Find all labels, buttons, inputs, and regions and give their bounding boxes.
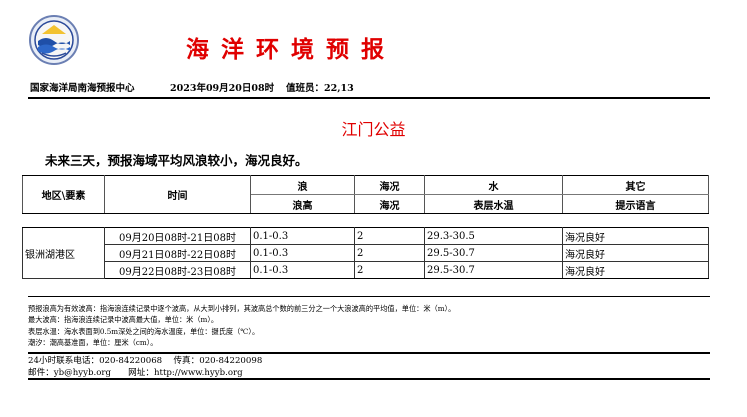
notes-divider	[28, 296, 710, 297]
header-sea-state-sub: 海况	[354, 194, 425, 214]
table-row: 银洲湖港区 09月20日08时-21日08时 0.1-0.3 2 29.3-30…	[22, 227, 709, 279]
table-row: 09月22日08时-23日08时 0.1-0.3 2 29.5-30.7 海况良…	[23, 261, 709, 279]
wave-cell: 0.1-0.3	[250, 227, 355, 245]
contact-email-web: 邮件：yb@hyyb.org 网址：http://www.hyyb.org	[28, 368, 243, 378]
tip-cell: 海况良好	[562, 261, 709, 279]
sea-state-cell: 2	[354, 244, 425, 262]
wave-cell: 0.1-0.3	[250, 261, 355, 279]
issue-time: 2023年09月20日08时	[170, 83, 275, 94]
issuer: 国家海洋局南海预报中心	[30, 83, 135, 94]
header-divider	[28, 97, 710, 99]
header-area: 地区\要素	[22, 175, 105, 214]
contact-phone-fax: 24小时联系电话：020-84220068 传真：020-84220098	[28, 356, 263, 366]
header-sea-state: 海况	[354, 175, 425, 195]
header-tip: 提示语言	[562, 194, 709, 214]
duty-officer: 值班员：22,13	[286, 83, 354, 94]
forecast-summary: 未来三天，预报海域平均风浪较小，海况良好。	[45, 153, 308, 168]
tip-cell: 海况良好	[562, 227, 709, 245]
area-cell: 银洲湖港区	[22, 227, 105, 279]
forecast-table: 地区\要素 时间 浪 海况 水 其它 浪高 海况 表层水温 提示语言 银洲湖港区…	[22, 175, 709, 279]
contact-divider-bottom	[28, 378, 710, 380]
sea-state-cell: 2	[354, 261, 425, 279]
note-line: 潮汐：潮高基准面，单位：厘米（cm）。	[28, 338, 158, 348]
water-temp-cell: 29.5-30.7	[424, 244, 563, 262]
time-cell: 09月21日08时-22日08时	[104, 244, 251, 262]
header-surface-temp: 表层水温	[424, 194, 563, 214]
soa-emblem-icon	[29, 15, 79, 65]
note-line: 最大波高：指海浪连续记录中波高最大值，单位：米（m）。	[28, 315, 219, 325]
tip-cell: 海况良好	[562, 244, 709, 262]
header-water: 水	[424, 175, 563, 195]
sea-state-cell: 2	[354, 227, 425, 245]
water-temp-cell: 29.3-30.5	[424, 227, 563, 245]
water-temp-cell: 29.5-30.7	[424, 261, 563, 279]
time-cell: 09月20日08时-21日08时	[104, 227, 251, 245]
note-line: 预报浪高为有效波高：指海浪连续记录中逐个波高，从大到小排列，其波高总个数的前三分…	[28, 304, 456, 313]
header-other: 其它	[562, 175, 709, 195]
page-title: 海洋环境预报	[186, 37, 396, 63]
wave-cell: 0.1-0.3	[250, 244, 355, 262]
header-wave: 浪	[250, 175, 355, 195]
notes: 预报浪高为有效波高：指海浪连续记录中逐个波高，从大到小排列，其波高总个数的前三分…	[28, 303, 455, 349]
header-time: 时间	[104, 175, 251, 214]
table-row: 09月21日08时-22日08时 0.1-0.3 2 29.5-30.7 海况良…	[23, 244, 709, 262]
time-cell: 09月22日08时-23日08时	[104, 261, 251, 279]
region-title: 江门公益	[341, 120, 406, 139]
header-wave-height: 浪高	[250, 194, 355, 214]
note-line: 表层水温：海水表面到0.5m深处之间的海水温度，单位：摄氏度（℃）。	[28, 326, 260, 336]
